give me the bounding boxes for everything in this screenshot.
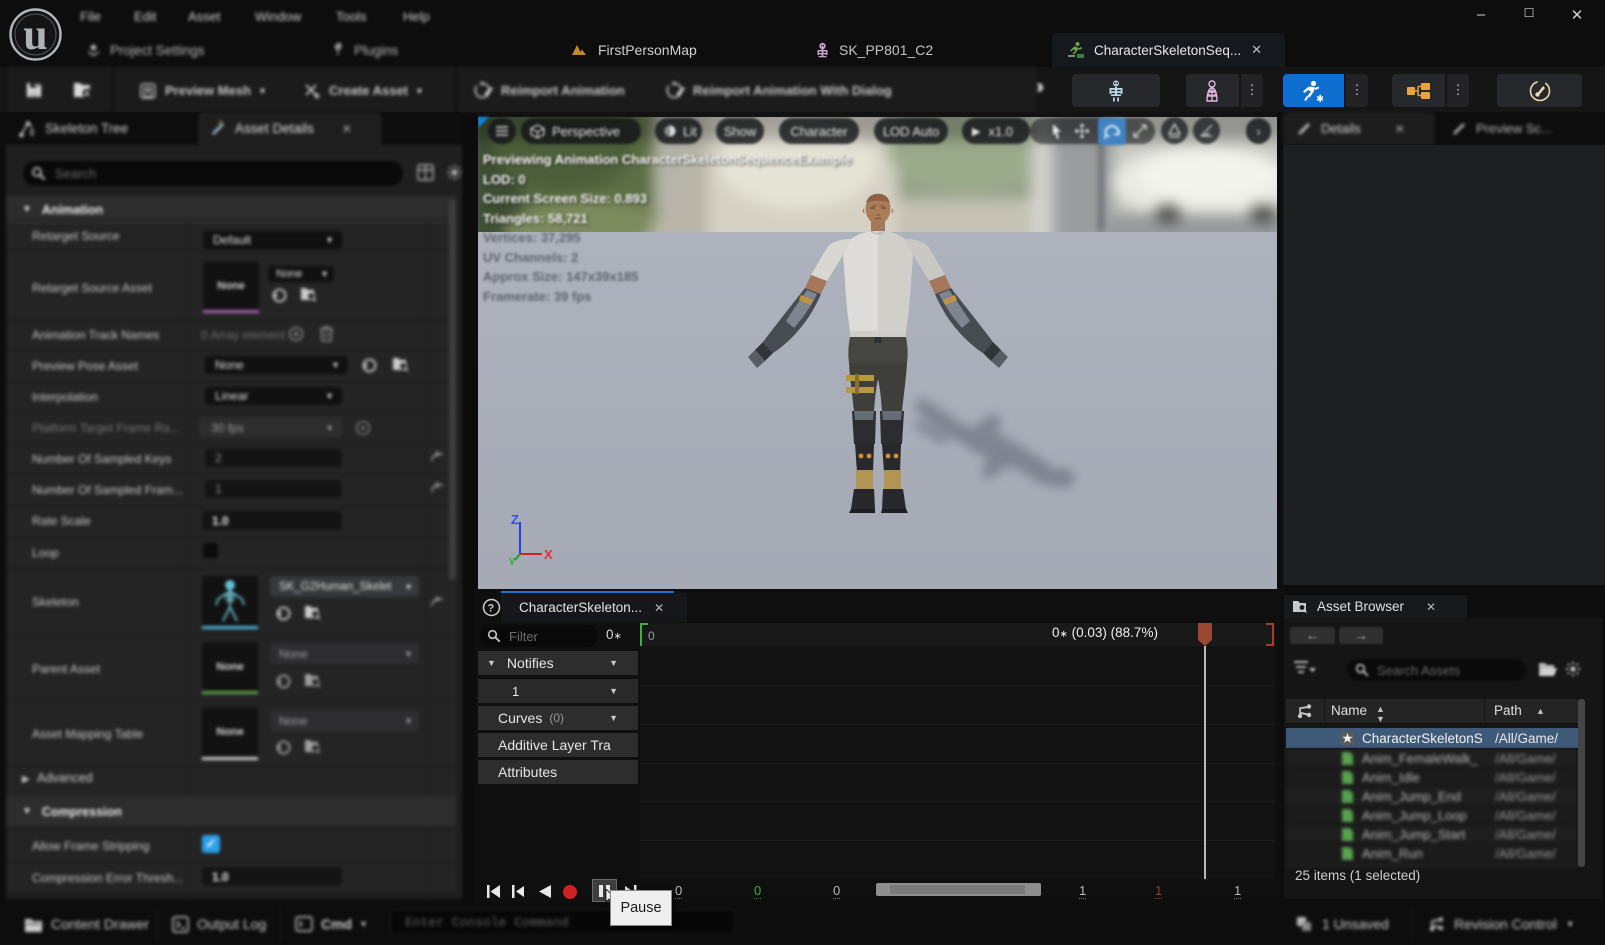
svg-text:u: u [23,10,47,59]
svg-text:X: X [544,547,553,562]
svg-text:Z: Z [511,512,519,527]
svg-text:✱: ✱ [1316,94,1323,104]
svg-text:y: y [509,555,516,565]
svg-text:?: ? [488,603,495,615]
